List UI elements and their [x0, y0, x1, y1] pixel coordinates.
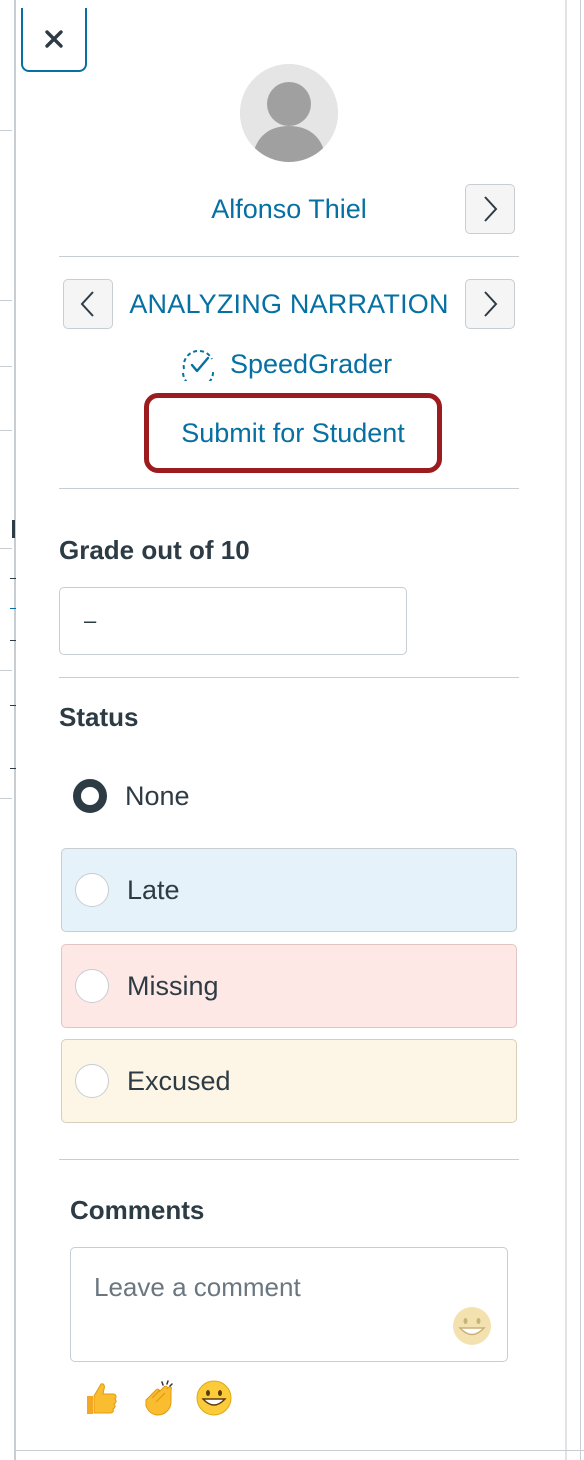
gradebook-row-line — [0, 366, 12, 367]
grinning-face-emoji-button[interactable] — [194, 1378, 234, 1418]
status-option-late[interactable]: Late — [61, 848, 517, 932]
radio-selected[interactable] — [73, 779, 107, 813]
radio-unselected[interactable] — [75, 873, 109, 907]
gradebook-row-line — [0, 798, 12, 799]
thumbs-up-emoji-button[interactable] — [80, 1378, 120, 1418]
divider — [59, 256, 519, 257]
divider — [59, 488, 519, 489]
grinning-face-emoji-icon — [196, 1380, 232, 1416]
comment-placeholder: Leave a comment — [94, 1272, 301, 1302]
gradebook-background — [0, 0, 16, 1460]
divider — [59, 1159, 519, 1160]
grade-label: Grade out of 10 — [59, 535, 250, 565]
submit-for-student-label: Submit for Student — [181, 417, 405, 448]
avatar-placeholder-icon — [240, 64, 338, 162]
speedgrader-label: SpeedGrader — [230, 348, 393, 379]
gradebook-row-line — [0, 430, 12, 431]
thumbs-up-emoji-icon — [87, 1383, 117, 1414]
radio-unselected[interactable] — [75, 1064, 109, 1098]
divider — [59, 677, 519, 678]
grade-input[interactable]: – — [59, 587, 407, 655]
radio-unselected[interactable] — [75, 969, 109, 1003]
clapping-hands-emoji-button[interactable] — [138, 1378, 178, 1418]
next-assignment-button[interactable] — [465, 279, 515, 329]
student-avatar — [240, 64, 338, 162]
assignment-name-link[interactable]: ANALYZING NARRATION — [116, 284, 462, 324]
status-option-label: None — [125, 780, 190, 811]
grade-value: – — [84, 608, 97, 633]
gradebook-row-line — [0, 670, 12, 671]
clapping-hands-emoji-icon — [145, 1380, 173, 1416]
close-tray-button[interactable] — [21, 8, 87, 72]
window-edge — [580, 0, 581, 1460]
comment-textarea[interactable]: Leave a comment — [70, 1247, 508, 1362]
smile-emoji-icon[interactable] — [451, 1305, 493, 1347]
status-label: Status — [59, 702, 139, 732]
speedgrader-link[interactable]: SpeedGrader — [178, 344, 392, 384]
status-option-none[interactable]: None — [61, 754, 517, 838]
gradebook-row-line — [0, 300, 12, 301]
status-option-label: Missing — [127, 970, 219, 1001]
gradebook-row-line — [0, 548, 12, 549]
window-bottom-edge — [16, 1450, 584, 1451]
student-name-link[interactable]: Alfonso Thiel — [150, 190, 428, 228]
close-icon — [45, 30, 63, 48]
gradebook-row-line — [0, 130, 12, 131]
speedgrader-icon — [182, 349, 215, 381]
next-student-button[interactable] — [465, 184, 515, 234]
comments-label: Comments — [70, 1195, 205, 1225]
chevron-right-icon — [484, 196, 498, 222]
submit-for-student-button[interactable]: Submit for Student — [144, 393, 442, 473]
tray-scrollbar-track — [565, 0, 567, 1460]
status-option-excused[interactable]: Excused — [61, 1039, 517, 1123]
previous-assignment-button[interactable] — [63, 279, 113, 329]
chevron-left-icon — [80, 291, 94, 317]
gradebook-text-fragment — [12, 520, 15, 538]
status-option-label: Late — [127, 874, 180, 905]
status-option-label: Excused — [127, 1065, 231, 1096]
chevron-right-icon — [484, 291, 498, 317]
status-option-missing[interactable]: Missing — [61, 944, 517, 1028]
